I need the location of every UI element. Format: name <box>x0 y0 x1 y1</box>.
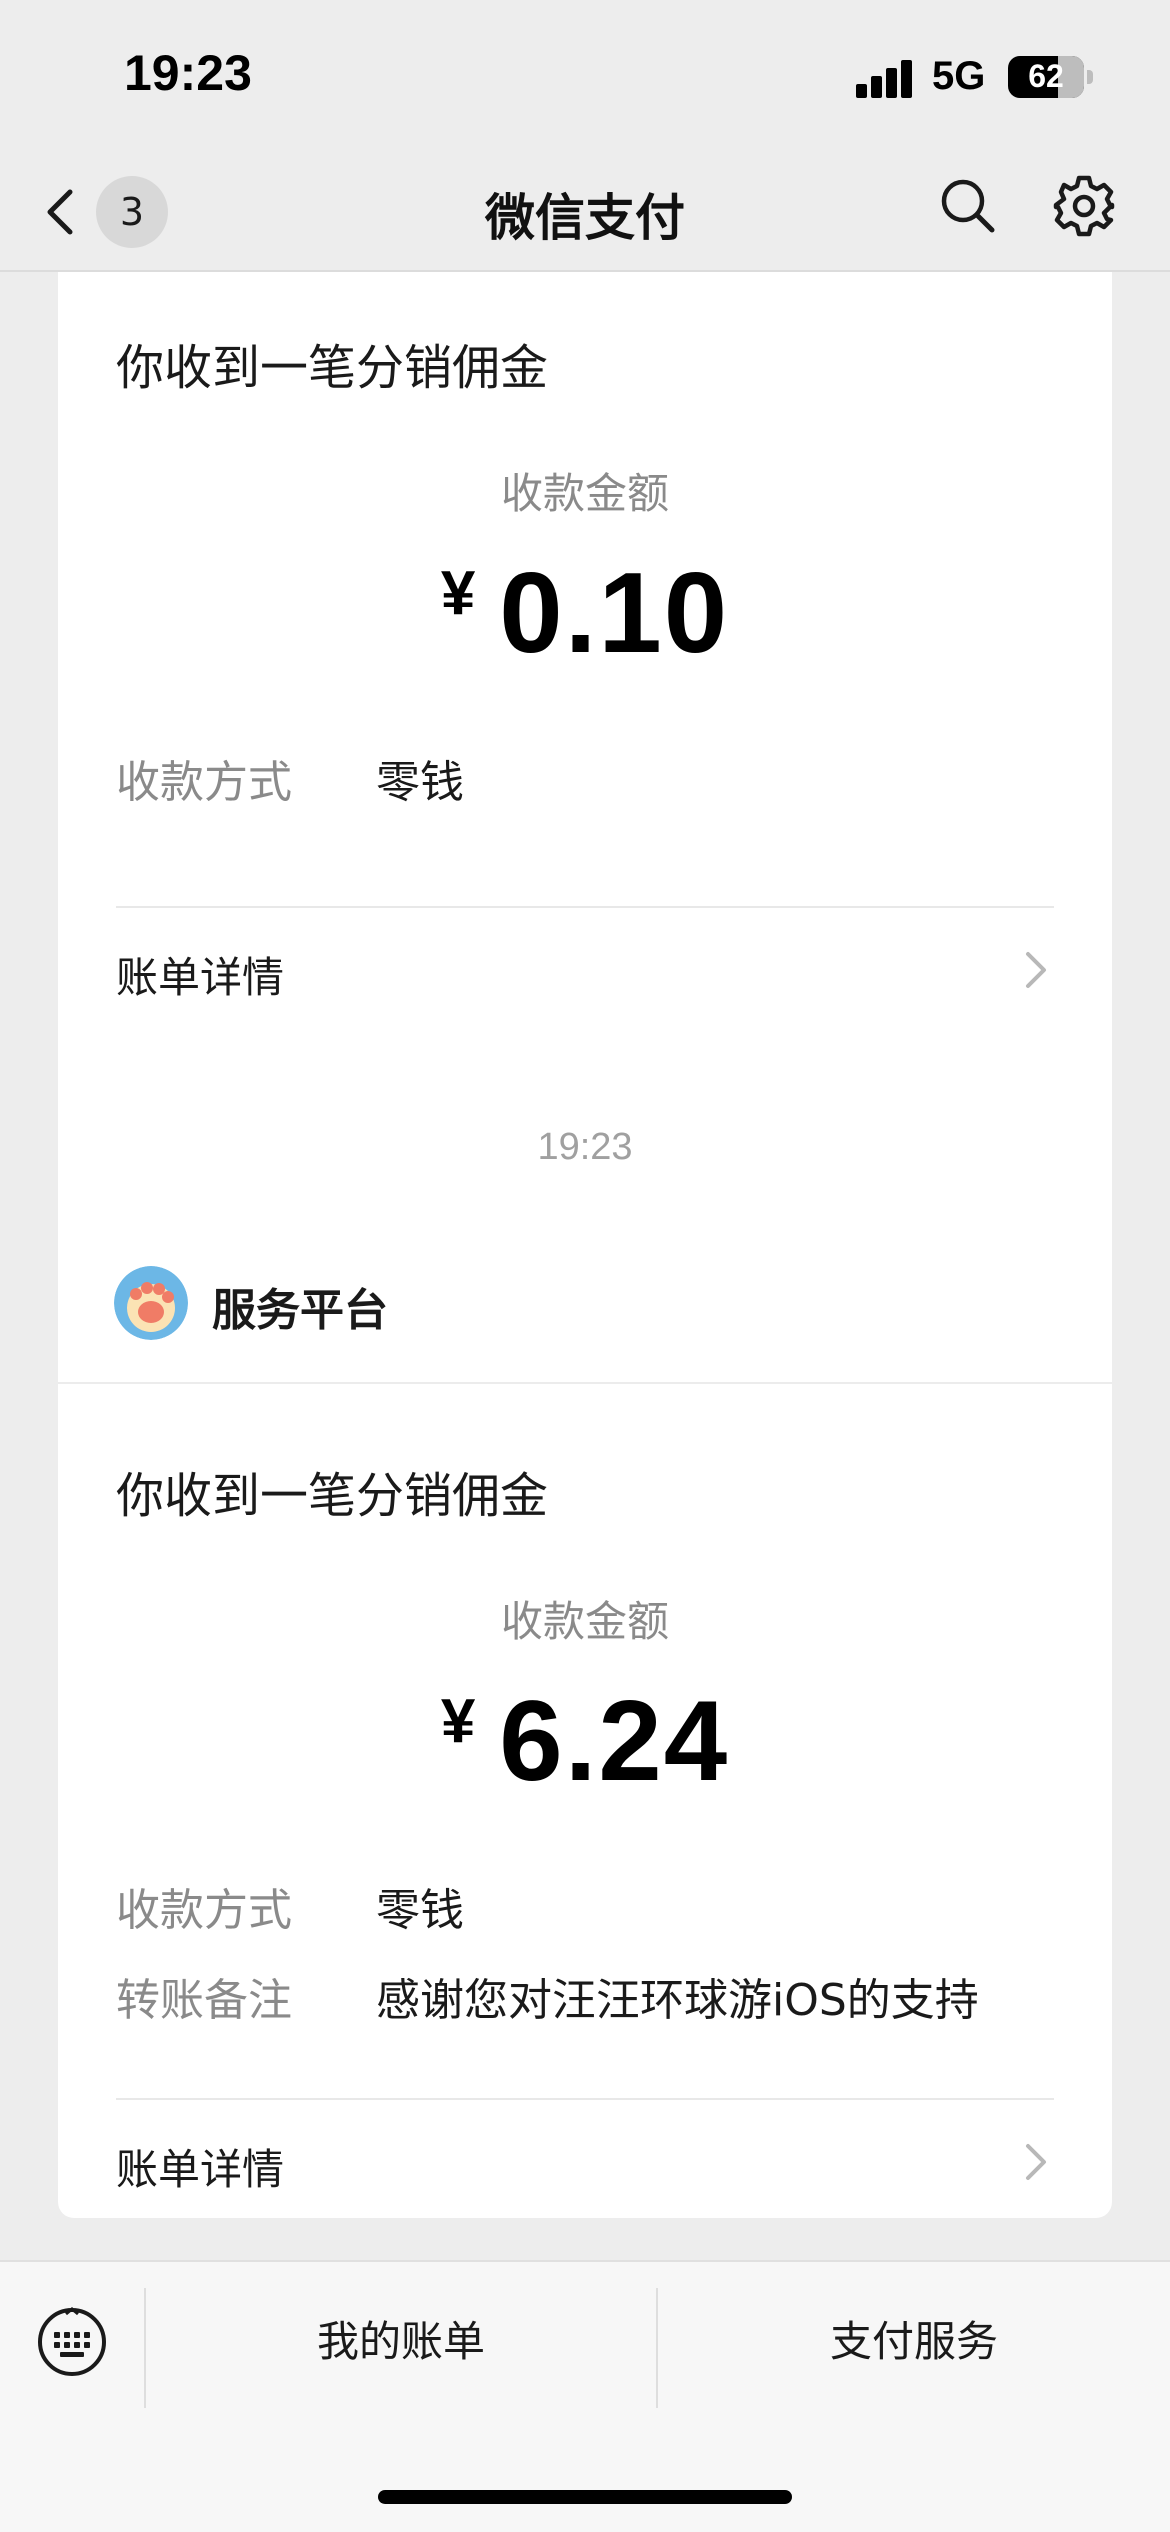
bill-details-link[interactable]: 账单详情 <box>58 2100 1112 2220</box>
sender-name: 服务平台 <box>212 1285 388 1336</box>
unread-count-badge: 3 <box>96 176 168 248</box>
amount: ¥6.24 <box>58 1676 1112 1807</box>
signal-icon <box>856 60 914 98</box>
currency-symbol: ¥ <box>440 559 476 628</box>
keyboard-icon[interactable] <box>36 2306 108 2378</box>
chevron-right-icon <box>1026 2144 1046 2180</box>
payment-services-menu[interactable]: 支付服务 <box>658 2302 1170 2382</box>
search-icon[interactable] <box>938 176 998 236</box>
payment-method-value: 零钱 <box>376 1885 464 1936</box>
amount-label: 收款金额 <box>500 1597 669 1646</box>
amount-label: 收款金额 <box>500 469 669 518</box>
amount: ¥0.10 <box>58 548 1112 679</box>
transfer-note-label: 转账备注 <box>116 1975 292 2026</box>
battery-nub <box>1087 70 1093 84</box>
battery-icon: 62 <box>1008 56 1084 98</box>
payment-message-card: 服务平台 你收到一笔分销佣金 收款金额 ¥6.24 收款方式 零钱 转账备注 感… <box>58 1218 1112 2218</box>
bill-details-link[interactable]: 账单详情 <box>58 908 1112 1028</box>
back-button[interactable]: 3 <box>40 176 180 248</box>
bill-details-label: 账单详情 <box>116 2145 285 2194</box>
amount-value: 0.10 <box>499 550 730 677</box>
home-indicator <box>378 2490 792 2504</box>
message-timestamp: 19:23 <box>537 1126 633 1168</box>
service-platform-avatar <box>114 1266 188 1340</box>
chevron-left-icon <box>47 189 73 235</box>
payment-method-value: 零钱 <box>376 757 464 808</box>
payment-method-label: 收款方式 <box>116 757 292 808</box>
message-title: 你收到一笔分销佣金 <box>116 340 549 396</box>
currency-symbol: ¥ <box>440 1687 476 1756</box>
sender-header[interactable]: 服务平台 <box>58 1218 1112 1384</box>
network-type: 5G <box>932 54 986 98</box>
gear-icon[interactable] <box>1052 174 1116 238</box>
nav-bar: 微信支付 3 <box>0 150 1170 272</box>
transfer-note-value: 感谢您对汪汪环球游iOS的支持 <box>376 1975 979 2026</box>
amount-value: 6.24 <box>499 1678 730 1805</box>
battery-percent: 62 <box>1028 58 1064 94</box>
my-bills-menu[interactable]: 我的账单 <box>146 2302 656 2382</box>
payment-method-label: 收款方式 <box>116 1885 292 1936</box>
bill-details-label: 账单详情 <box>116 953 285 1002</box>
status-time: 19:23 <box>124 45 252 101</box>
status-bar: 19:23 5G 62 <box>0 0 1170 150</box>
message-title: 你收到一笔分销佣金 <box>116 1468 549 1524</box>
chevron-right-icon <box>1026 952 1046 988</box>
message-list[interactable]: 你收到一笔分销佣金 收款金额 ¥0.10 收款方式 零钱 账单详情 19:23 <box>0 272 1170 2260</box>
